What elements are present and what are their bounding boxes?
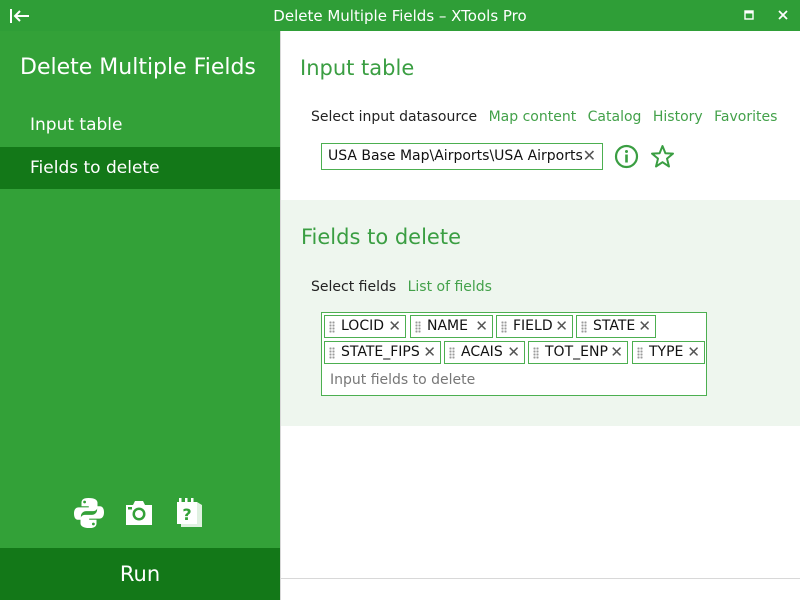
- field-tag[interactable]: STATE_FIPS ✕: [324, 341, 441, 364]
- field-tag-label: STATE_FIPS: [341, 344, 420, 360]
- info-icon[interactable]: [614, 144, 639, 169]
- remove-field-icon[interactable]: ✕: [475, 316, 488, 337]
- field-tag-label: NAME: [427, 318, 468, 334]
- field-tag[interactable]: TYPE ✕: [632, 341, 705, 364]
- field-tag[interactable]: LOCID ✕: [324, 315, 406, 338]
- window-title: Delete Multiple Fields – XTools Pro: [273, 7, 527, 25]
- help-icon[interactable]: ?: [172, 496, 206, 530]
- drag-handle-icon[interactable]: [449, 347, 455, 359]
- camera-icon[interactable]: [122, 496, 156, 530]
- select-fields-row: Select fields List of fields: [311, 279, 492, 295]
- remove-field-icon[interactable]: ✕: [507, 342, 520, 363]
- drag-handle-icon[interactable]: [533, 347, 539, 359]
- sidebar-heading: Delete Multiple Fields: [20, 55, 256, 80]
- select-datasource-label: Select input datasource: [311, 109, 478, 125]
- drag-handle-icon[interactable]: [581, 321, 587, 333]
- title-bar: Delete Multiple Fields – XTools Pro: [0, 0, 800, 31]
- catalog-link[interactable]: Catalog: [588, 109, 642, 125]
- drag-handle-icon[interactable]: [329, 321, 335, 333]
- remove-field-icon[interactable]: ✕: [555, 316, 568, 337]
- fields-input-box[interactable]: LOCID ✕ NAME ✕ FIELD ✕ STATE ✕ STATE_FIP…: [321, 312, 707, 396]
- history-link[interactable]: History: [653, 109, 703, 125]
- select-fields-label: Select fields: [311, 279, 397, 295]
- field-tag-label: FIELD: [513, 318, 553, 334]
- sidebar-item-fields-to-delete[interactable]: Fields to delete: [0, 147, 280, 189]
- drag-handle-icon[interactable]: [329, 347, 335, 359]
- svg-text:?: ?: [182, 505, 191, 524]
- main-panel: Input table Select input datasource Map …: [280, 31, 800, 600]
- favorite-star-icon[interactable]: [650, 144, 675, 169]
- field-tag[interactable]: FIELD ✕: [496, 315, 573, 338]
- input-table-title: Input table: [300, 56, 415, 80]
- remove-field-icon[interactable]: ✕: [638, 316, 651, 337]
- remove-field-icon[interactable]: ✕: [687, 342, 700, 363]
- drag-handle-icon[interactable]: [501, 321, 507, 333]
- sidebar-item-input-table[interactable]: Input table: [0, 104, 280, 146]
- field-tag-label: TYPE: [649, 344, 684, 360]
- maximize-icon[interactable]: [742, 8, 756, 22]
- fields-to-delete-title: Fields to delete: [301, 225, 462, 249]
- sidebar: Delete Multiple Fields Input table Field…: [0, 31, 280, 600]
- remove-field-icon[interactable]: ✕: [610, 342, 623, 363]
- fields-input-placeholder[interactable]: Input fields to delete: [330, 372, 475, 388]
- close-icon[interactable]: [776, 8, 790, 22]
- remove-field-icon[interactable]: ✕: [423, 342, 436, 363]
- field-tag[interactable]: NAME ✕: [410, 315, 493, 338]
- drag-handle-icon[interactable]: [637, 347, 643, 359]
- datasource-value: USA Base Map\Airports\USA Airports: [328, 148, 583, 164]
- map-content-link[interactable]: Map content: [489, 109, 577, 125]
- favorites-link[interactable]: Favorites: [714, 109, 777, 125]
- field-tag-label: LOCID: [341, 318, 385, 334]
- datasource-field[interactable]: USA Base Map\Airports\USA Airports ✕: [321, 143, 603, 170]
- field-tag[interactable]: STATE ✕: [576, 315, 656, 338]
- field-tag[interactable]: TOT_ENP ✕: [528, 341, 628, 364]
- python-icon[interactable]: [72, 496, 106, 530]
- field-tag-label: TOT_ENP: [545, 344, 608, 360]
- field-tag-label: STATE: [593, 318, 636, 334]
- clear-datasource-icon[interactable]: ✕: [583, 146, 596, 165]
- datasource-source-row: Select input datasource Map content Cata…: [311, 109, 784, 125]
- field-tag-label: ACAIS: [461, 344, 503, 360]
- fields-to-delete-section: Fields to delete Select fields List of f…: [281, 200, 800, 426]
- drag-handle-icon[interactable]: [415, 321, 421, 333]
- list-of-fields-link[interactable]: List of fields: [408, 279, 492, 295]
- field-tag[interactable]: ACAIS ✕: [444, 341, 525, 364]
- bottom-divider: [281, 578, 800, 579]
- run-button[interactable]: Run: [0, 548, 280, 600]
- remove-field-icon[interactable]: ✕: [388, 316, 401, 337]
